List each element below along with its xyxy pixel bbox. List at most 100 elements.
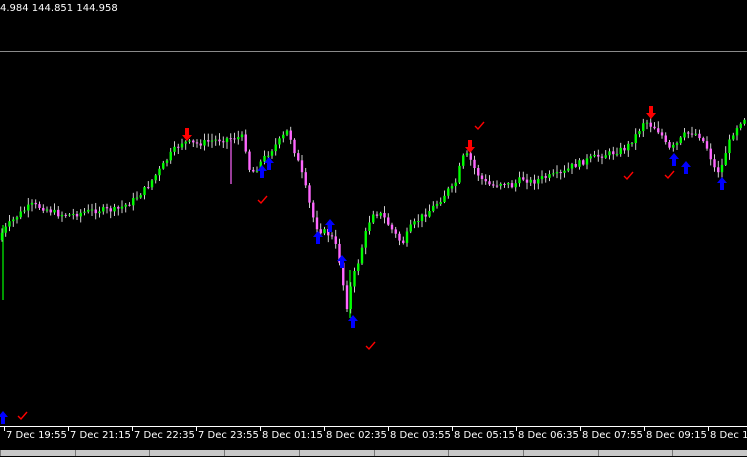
- bear-candle: [525, 179, 529, 183]
- bull-candle: [417, 221, 420, 223]
- bull-candle: [529, 179, 532, 183]
- bull-candle: [364, 230, 367, 248]
- bull-candle: [507, 183, 510, 185]
- bull-candle: [435, 204, 439, 206]
- bear-candle: [233, 138, 236, 140]
- bear-candle: [484, 178, 487, 182]
- bear-candle: [709, 148, 712, 160]
- time-tick: [516, 427, 517, 431]
- bear-candle: [109, 208, 112, 212]
- check-mark-icon: [17, 411, 28, 421]
- bear-candle: [698, 133, 701, 139]
- bull-candle: [458, 165, 461, 183]
- bull-candle: [514, 183, 517, 188]
- bull-candle: [537, 179, 540, 184]
- bear-candle: [34, 202, 37, 205]
- bear-candle: [600, 156, 604, 158]
- bull-candle: [357, 263, 360, 271]
- chart-tab-strip: [0, 450, 747, 456]
- bull-candle: [87, 209, 90, 212]
- bear-candle: [559, 172, 562, 174]
- bull-candle: [83, 211, 86, 213]
- bull-candle: [124, 204, 127, 207]
- time-tick-label: 7 Dec 19:55: [6, 430, 67, 441]
- time-tick: [196, 427, 197, 431]
- bull-candle: [68, 214, 71, 216]
- bear-candle: [49, 209, 52, 213]
- bear-candle: [297, 153, 300, 161]
- bear-candle: [252, 169, 255, 172]
- bull-candle: [184, 141, 187, 144]
- bull-candle: [465, 153, 469, 156]
- bull-candle: [60, 214, 64, 217]
- bear-candle: [660, 132, 664, 136]
- bull-candle: [360, 247, 364, 264]
- bull-candle: [323, 229, 326, 234]
- bull-candle: [30, 202, 34, 205]
- bear-candle: [510, 183, 514, 188]
- buy-arrow-icon: [0, 411, 8, 424]
- bull-candle: [420, 214, 424, 222]
- bull-candle: [589, 156, 592, 159]
- bull-candle: [439, 202, 442, 205]
- time-tick: [388, 427, 389, 431]
- bear-candle: [293, 139, 296, 154]
- bull-candle: [372, 214, 375, 223]
- tab-separator: [448, 450, 449, 456]
- bear-candle: [687, 132, 690, 134]
- bull-candle: [79, 212, 82, 217]
- bull-candle: [447, 188, 450, 196]
- buy-arrow-icon: [325, 219, 335, 232]
- bull-candle: [53, 209, 56, 213]
- bear-candle: [623, 147, 626, 151]
- time-tick-label: 8 Dec 05:15: [454, 430, 515, 441]
- bull-candle: [353, 270, 356, 287]
- bull-candle: [162, 162, 165, 169]
- bear-candle: [177, 146, 180, 148]
- bear-candle: [64, 214, 67, 216]
- bear-candle: [390, 224, 394, 230]
- bear-candle: [690, 133, 694, 135]
- bull-candle: [672, 144, 675, 148]
- bull-candle: [72, 214, 75, 216]
- bull-candle: [720, 164, 724, 173]
- check-mark-icon: [474, 121, 485, 131]
- bull-candle: [270, 151, 274, 156]
- bear-candle: [705, 141, 709, 149]
- bear-candle: [375, 214, 379, 216]
- chart-window[interactable]: 4.984 144.851 144.958 7 Dec 19:55 7 Dec 2…: [0, 0, 747, 456]
- bull-candle: [679, 137, 682, 144]
- bear-candle: [394, 229, 397, 234]
- bear-candle: [480, 175, 484, 179]
- bear-candle: [42, 207, 45, 211]
- bull-candle: [462, 155, 465, 166]
- bear-candle: [477, 168, 480, 176]
- tab-separator: [672, 450, 673, 456]
- bear-candle: [330, 235, 334, 237]
- bear-candle: [717, 167, 720, 173]
- bull-candle: [23, 210, 26, 212]
- time-tick: [452, 427, 453, 431]
- bull-candle: [518, 177, 521, 184]
- time-tick-label: 8 Dec 02:35: [326, 430, 387, 441]
- bull-candle: [443, 195, 446, 203]
- bull-candle: [578, 160, 581, 167]
- time-tick: [68, 427, 69, 431]
- bull-candle: [150, 180, 154, 188]
- bull-candle: [548, 174, 551, 178]
- bear-candle: [469, 153, 472, 160]
- bear-candle: [383, 213, 386, 218]
- bear-candle: [702, 138, 705, 142]
- buy-arrow-icon: [257, 165, 267, 178]
- bear-candle: [147, 187, 150, 189]
- bull-candle: [432, 205, 435, 212]
- time-tick: [4, 427, 5, 431]
- bull-candle: [8, 221, 11, 227]
- time-tick-label: 8 Dec 01:15: [262, 430, 323, 441]
- check-mark-icon: [257, 195, 268, 205]
- bear-candle: [289, 130, 292, 140]
- price-chart[interactable]: [0, 52, 747, 426]
- bull-candle: [210, 140, 214, 142]
- bear-candle: [57, 209, 60, 217]
- bull-candle: [683, 132, 686, 138]
